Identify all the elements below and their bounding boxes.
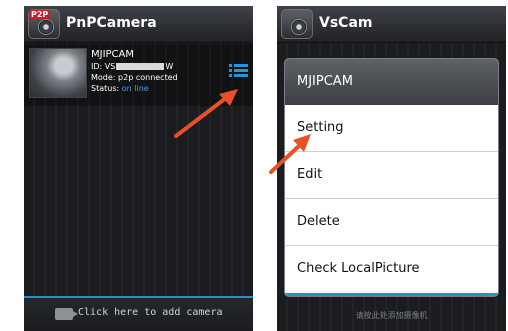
camera-id-suffix: W bbox=[165, 62, 174, 71]
status-value: on line bbox=[121, 84, 149, 93]
camera-lens-icon bbox=[291, 19, 307, 35]
dialog-accent-line bbox=[285, 293, 498, 296]
app-title: VsCam bbox=[319, 15, 373, 31]
status-label: Status: bbox=[91, 84, 120, 93]
redacted-id-mask bbox=[116, 63, 165, 70]
dialog-title-text: MJIPCAM bbox=[297, 74, 353, 89]
camera-mode: Mode: p2p connected bbox=[91, 73, 178, 82]
camera-lens-icon bbox=[38, 19, 54, 35]
list-menu-icon[interactable] bbox=[229, 64, 248, 78]
menu-item-label: Setting bbox=[297, 120, 344, 135]
menu-item-label: Delete bbox=[297, 214, 340, 229]
app-title: PnPCamera bbox=[66, 15, 157, 31]
add-camera-label: Click here to add camera bbox=[78, 307, 223, 318]
menu-item-delete[interactable]: Delete bbox=[285, 199, 498, 246]
menu-item-check-local-picture[interactable]: Check LocalPicture bbox=[285, 246, 498, 292]
add-camera-bar[interactable]: Click here to add camera bbox=[24, 296, 253, 331]
context-menu-dialog: MJIPCAM Setting Edit Delete Check LocalP… bbox=[285, 59, 498, 296]
camera-status: Status: on line bbox=[91, 83, 178, 94]
right-screen: VsCam MJIPCAM Setting Edit Delete Check … bbox=[277, 6, 506, 331]
video-camera-icon bbox=[55, 308, 78, 320]
camera-info: MJIPCAM ID: VS W Mode: p2p connected Stat… bbox=[91, 49, 178, 94]
left-screen: P2P PnPCamera MJIPCAM ID: VS W Mode: p2p … bbox=[24, 6, 253, 331]
title-bar: VsCam bbox=[277, 6, 506, 43]
menu-item-edit[interactable]: Edit bbox=[285, 152, 498, 199]
camera-name: MJIPCAM bbox=[91, 49, 135, 60]
add-camera-hint[interactable]: 请按此处添加摄像机 bbox=[277, 310, 506, 321]
camera-id: ID: VS W bbox=[91, 61, 178, 72]
camera-app-icon bbox=[281, 9, 313, 39]
title-bar: P2P PnPCamera bbox=[24, 6, 253, 43]
camera-thumbnail[interactable] bbox=[29, 48, 87, 98]
camera-app-icon: P2P bbox=[28, 9, 60, 39]
dialog-title: MJIPCAM bbox=[285, 59, 498, 105]
camera-list-item[interactable]: MJIPCAM ID: VS W Mode: p2p connected Stat… bbox=[24, 44, 253, 106]
camera-id-prefix: ID: VS bbox=[91, 62, 116, 71]
menu-item-label: Edit bbox=[297, 167, 323, 182]
menu-item-label: Check LocalPicture bbox=[297, 261, 420, 276]
menu-item-setting[interactable]: Setting bbox=[285, 105, 498, 152]
